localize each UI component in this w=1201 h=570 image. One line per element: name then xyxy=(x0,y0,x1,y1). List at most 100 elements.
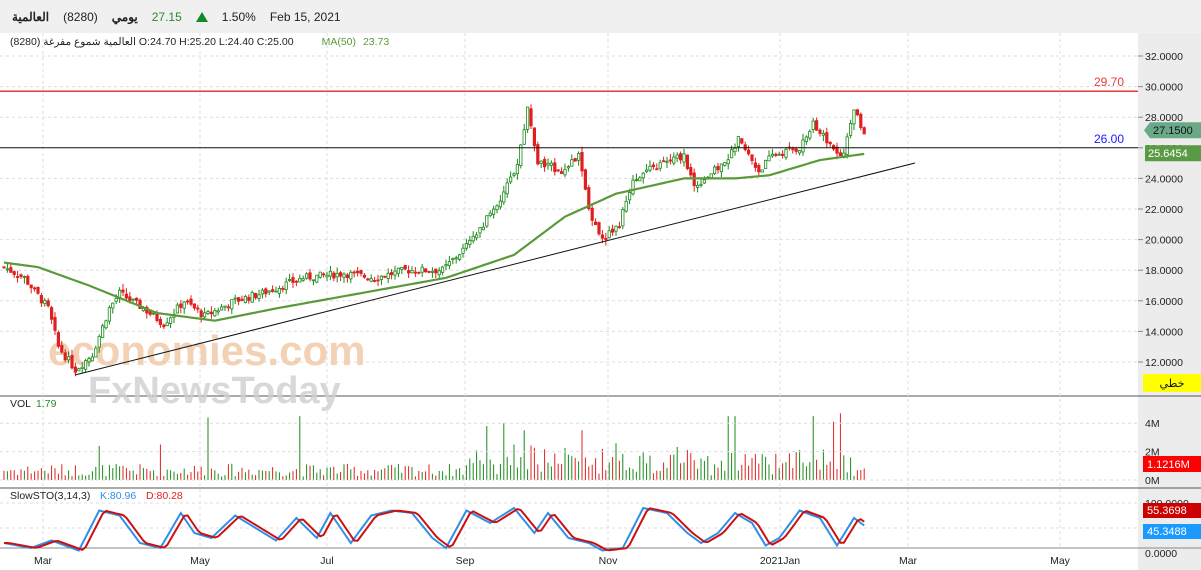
candle-body xyxy=(257,294,261,300)
candle-body xyxy=(611,228,615,233)
stoch-label: SlowSTO(3,14,3) xyxy=(10,490,90,502)
candle-body xyxy=(369,278,373,282)
candle-body xyxy=(791,148,795,151)
candle-body xyxy=(43,300,47,305)
candle-body xyxy=(583,169,588,190)
candle-body xyxy=(508,176,513,183)
candle-body xyxy=(345,274,350,278)
candle-body xyxy=(454,257,458,260)
candle-body xyxy=(393,270,397,276)
candle-body xyxy=(512,173,516,176)
trendline xyxy=(74,162,916,376)
candle-body xyxy=(379,275,384,281)
candle-body xyxy=(655,168,659,171)
candle-body xyxy=(546,162,550,166)
candle-body xyxy=(36,286,40,294)
candle-body xyxy=(233,297,237,300)
candle-body xyxy=(338,272,343,277)
candle-body xyxy=(651,164,656,168)
ma-price-value: 25.6454 xyxy=(1148,148,1188,160)
volume-last-value: 1.1216M xyxy=(1147,459,1190,471)
candle-body xyxy=(162,324,166,328)
candle-body xyxy=(474,234,479,239)
candle-body xyxy=(794,148,798,152)
candle-body xyxy=(33,287,37,290)
chart-type-label: خطي xyxy=(1160,377,1185,390)
candle-body xyxy=(733,147,737,153)
volume-tick-label: 4M xyxy=(1145,418,1160,430)
price-chart[interactable]: 32.000030.000028.000026.000024.000022.00… xyxy=(0,0,1201,570)
candle-body xyxy=(679,153,683,161)
stoch-k-value: K:80.96 xyxy=(100,490,136,502)
candle-body xyxy=(199,310,203,318)
candle-body xyxy=(634,179,639,181)
candle-body xyxy=(818,129,822,134)
candle-body xyxy=(383,275,387,278)
candle-body xyxy=(101,325,105,338)
candle-body xyxy=(457,254,462,260)
candle-body xyxy=(811,120,815,130)
watermark-fxnewstoday: FxNewsToday xyxy=(88,370,341,412)
candle-body xyxy=(505,182,509,195)
candle-body xyxy=(321,273,326,276)
last-price-value: 27.1500 xyxy=(1153,125,1193,137)
candle-body xyxy=(699,183,703,186)
candle-body xyxy=(859,113,863,128)
candle-body xyxy=(665,160,669,163)
candle-body xyxy=(22,276,27,278)
candle-body xyxy=(60,345,64,353)
volume-label: VOL xyxy=(10,398,31,410)
candle-body xyxy=(158,319,162,325)
candle-body xyxy=(26,275,30,285)
candle-body xyxy=(645,169,649,172)
candle-body xyxy=(617,226,622,229)
candle-body xyxy=(5,268,9,271)
candle-body xyxy=(430,270,435,273)
candle-body xyxy=(747,149,751,155)
candle-body xyxy=(461,247,465,254)
candle-body xyxy=(573,158,577,162)
candle-body xyxy=(764,159,768,169)
candle-body xyxy=(730,149,734,159)
candle-body xyxy=(260,289,265,295)
candle-body xyxy=(604,237,608,240)
candle-body xyxy=(614,225,618,232)
candle-body xyxy=(131,298,135,301)
candle-body xyxy=(396,267,401,274)
candle-body xyxy=(270,289,275,292)
candle-body xyxy=(94,347,98,358)
candle-body xyxy=(553,162,557,173)
candle-body xyxy=(736,136,741,148)
candle-body xyxy=(532,127,537,147)
stoch-d-last: 45.3488 xyxy=(1147,526,1187,538)
candle-body xyxy=(815,120,819,131)
candle-body xyxy=(77,368,81,372)
price-tick-label: 24.0000 xyxy=(1145,173,1183,185)
candle-body xyxy=(668,159,673,162)
candle-body xyxy=(19,274,23,277)
candle-body xyxy=(349,271,353,280)
candle-body xyxy=(570,159,574,167)
candle-body xyxy=(529,108,533,127)
candle-body xyxy=(209,311,213,315)
candle-body xyxy=(825,132,829,144)
candle-body xyxy=(342,273,346,278)
candle-body xyxy=(274,290,278,293)
candle-body xyxy=(236,297,241,302)
candle-body xyxy=(862,127,866,135)
candle-body xyxy=(80,366,84,369)
candle-body xyxy=(213,310,217,317)
resistance-label: 29.70 xyxy=(1094,75,1124,89)
x-tick-label: Jul xyxy=(320,555,333,567)
candle-body xyxy=(97,335,101,348)
candle-body xyxy=(852,109,856,125)
candle-body xyxy=(301,278,305,281)
candle-body xyxy=(226,306,230,309)
x-tick-label: Nov xyxy=(599,555,618,567)
candle-body xyxy=(291,277,295,283)
candle-body xyxy=(298,278,302,283)
price-tick-label: 32.0000 xyxy=(1145,51,1183,63)
candle-body xyxy=(628,192,632,201)
candle-body xyxy=(471,235,475,242)
price-tick-label: 22.0000 xyxy=(1145,204,1183,216)
